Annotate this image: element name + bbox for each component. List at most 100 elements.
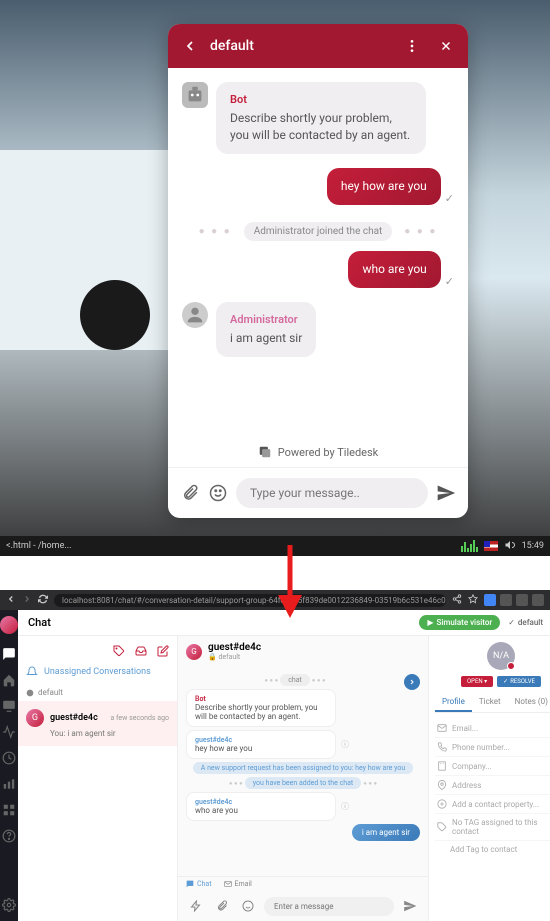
dots-decoration: ● ● ● [396, 226, 445, 237]
resolve-button[interactable]: ✓ RESOLVE [497, 676, 541, 687]
url-bar[interactable]: localhost:8081/chat/#/conversation-detai… [54, 594, 446, 607]
powered-text: Powered by Tiledesk [278, 446, 379, 459]
conversation-item[interactable]: G guest#de4c a few seconds ago You: i am… [18, 701, 177, 746]
profile-fields: Email... Phone number... Company... Addr… [435, 719, 550, 858]
chat-message-bubble: guest#de4c hey how are you ⓘ [186, 730, 336, 759]
activity-icon[interactable] [2, 724, 16, 738]
nav-back-icon[interactable] [6, 594, 16, 606]
chat-guest-name: guest#de4c [208, 642, 261, 653]
analytics-icon[interactable] [2, 776, 16, 790]
page-title: Chat [28, 616, 419, 629]
compose-icon[interactable] [157, 642, 169, 654]
attach-icon[interactable] [212, 896, 232, 916]
conversations-column: Unassigned Conversations default G guest… [18, 636, 178, 921]
help-icon[interactable] [2, 828, 16, 842]
powered-by: Powered by Tiledesk [168, 437, 468, 467]
extension-icon[interactable] [500, 594, 512, 606]
apps-icon[interactable] [2, 802, 16, 816]
info-icon[interactable]: ⓘ [341, 739, 349, 750]
company-field[interactable]: Company... [435, 757, 550, 776]
tab-ticket[interactable]: Ticket [472, 693, 508, 712]
profile-tabs: Profile Ticket Notes (0) [435, 693, 550, 713]
chat-date-pill: chat [280, 674, 310, 686]
inbox-icon[interactable] [135, 642, 147, 654]
menu-icon[interactable] [402, 36, 422, 56]
chat-widget: default Bot Describe shortly your proble… [168, 24, 468, 518]
add-property-field[interactable]: Add a contact property... [435, 795, 550, 814]
system-message-text: Administrator joined the chat [244, 222, 393, 241]
bot-avatar-icon [182, 82, 208, 108]
sender-label: guest#de4c [195, 798, 327, 806]
settings-icon[interactable] [2, 897, 16, 911]
widget-title: default [210, 38, 402, 54]
bot-message-text: Describe shortly your problem, you will … [230, 110, 412, 144]
chat-message-input[interactable] [264, 897, 394, 916]
chat-message-bubble: guest#de4c who are you ⓘ [186, 792, 336, 821]
extension-icon[interactable] [516, 594, 528, 606]
tag-field: No TAG assigned to this contact [435, 814, 550, 841]
tab-profile[interactable]: Profile [435, 693, 472, 712]
system-message: ● ● ● Administrator joined the chat ● ● … [182, 219, 454, 241]
dashboard: Chat ▶ Simulate visitor ✓ default Unass [0, 610, 550, 921]
info-icon[interactable]: ⓘ [341, 801, 349, 812]
widget-messages: Bot Describe shortly your problem, you w… [168, 68, 468, 437]
attach-icon[interactable] [180, 483, 200, 503]
admin-message-text: i am agent sir [230, 330, 302, 347]
history-icon[interactable] [2, 750, 16, 764]
close-icon[interactable] [436, 36, 456, 56]
refresh-icon[interactable] [38, 594, 48, 606]
bookmark-icon[interactable] [468, 594, 478, 606]
tab-chat[interactable]: Chat [186, 880, 212, 888]
message-input[interactable] [236, 478, 428, 508]
dashboard-columns: Unassigned Conversations default G guest… [18, 636, 550, 921]
admin-message-bubble: Administrator i am agent sir [216, 302, 316, 357]
simulate-visitor-button[interactable]: ▶ Simulate visitor [419, 615, 500, 630]
monitor-icon[interactable] [2, 698, 16, 712]
bot-name-label: Bot [230, 92, 412, 107]
add-tag-field[interactable]: Add Tag to contact ▾ [435, 841, 550, 858]
check-icon: ✓ [445, 275, 454, 288]
check-icon: ✓ [445, 192, 454, 205]
phone-field[interactable]: Phone number... [435, 738, 550, 757]
user-avatar[interactable] [0, 616, 18, 634]
nav-forward-icon[interactable] [22, 594, 32, 606]
scroll-button[interactable] [404, 674, 420, 690]
chat-message-bubble: Bot Describe shortly your problem, you w… [186, 689, 336, 727]
send-icon[interactable] [436, 483, 456, 503]
email-field[interactable]: Email... [435, 719, 550, 738]
project-selector[interactable]: ✓ default [508, 618, 543, 627]
address-field[interactable]: Address [435, 776, 550, 795]
user-message-bubble: who are you [348, 251, 440, 288]
volume-icon[interactable] [504, 539, 516, 554]
sender-label: guest#de4c [195, 736, 327, 744]
back-icon[interactable] [180, 36, 200, 56]
canned-icon[interactable] [186, 896, 206, 916]
tab-email[interactable]: Email [224, 880, 252, 888]
tab-notes[interactable]: Notes (0) [508, 693, 550, 712]
guest-avatar: G [186, 644, 202, 660]
unassigned-section[interactable]: Unassigned Conversations [18, 660, 177, 684]
extension-icon[interactable] [532, 594, 544, 606]
admin-name-label: Administrator [230, 312, 302, 327]
message-row: Bot Describe shortly your problem, you w… [182, 82, 454, 154]
chat-icon[interactable] [2, 646, 16, 660]
chat-column: G guest#de4c 🔒 default ● ● ● chat ● ● ● … [178, 636, 428, 921]
widget-preview-section: default Bot Describe shortly your proble… [0, 0, 550, 556]
message-text: Describe shortly your problem, you will … [195, 703, 327, 721]
dashboard-section: localhost:8081/chat/#/conversation-detai… [0, 590, 550, 921]
send-icon[interactable] [400, 896, 420, 916]
tag-icon[interactable] [113, 642, 125, 654]
taskbar-tab[interactable]: <.html - /home... [6, 541, 71, 551]
profile-column: N/A OPEN ▾ ✓ RESOLVE Profile Ticket Note… [428, 636, 550, 921]
open-badge[interactable]: OPEN ▾ [461, 676, 493, 687]
message-row: Administrator i am agent sir [182, 302, 454, 357]
share-icon[interactable] [452, 594, 462, 606]
emoji-icon[interactable] [208, 483, 228, 503]
home-icon[interactable] [2, 672, 16, 686]
sidebar-rail [0, 610, 18, 921]
agent-message-bubble: i am agent sir [352, 824, 420, 841]
dashboard-main: Chat ▶ Simulate visitor ✓ default Unass [18, 610, 550, 921]
emoji-icon[interactable] [238, 896, 258, 916]
default-label: default [18, 684, 177, 701]
extension-icon[interactable] [484, 594, 496, 606]
